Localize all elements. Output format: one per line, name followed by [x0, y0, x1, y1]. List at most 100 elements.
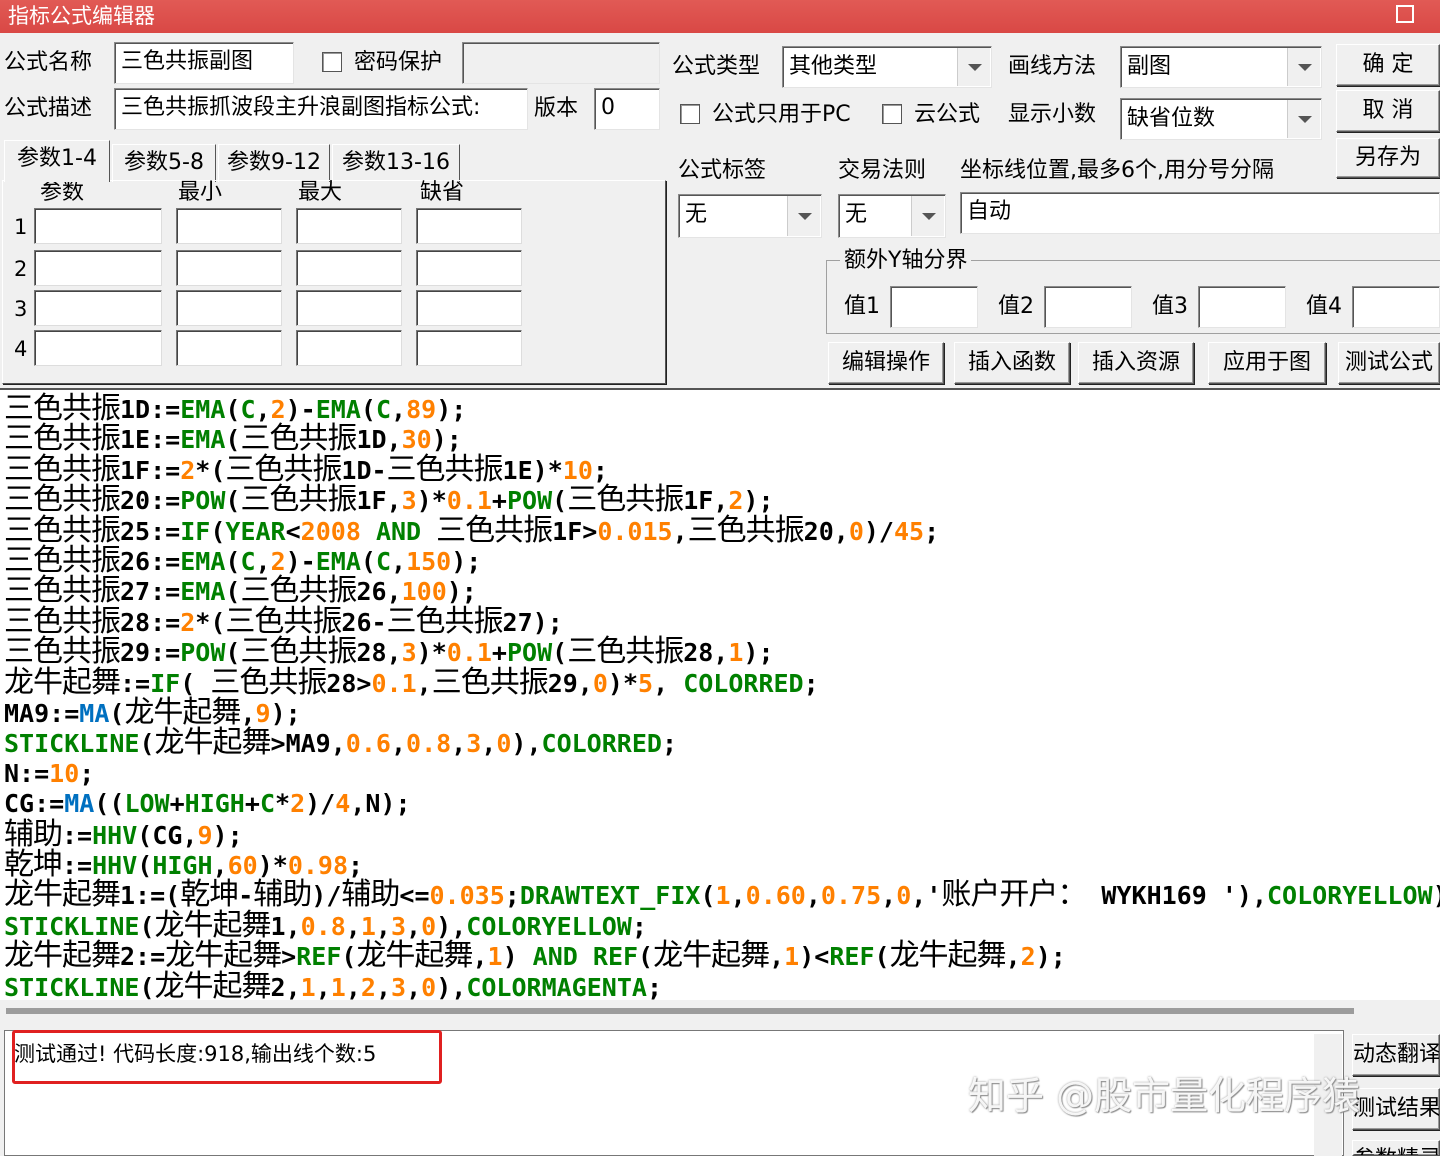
code-token: (: [341, 942, 357, 972]
code-line[interactable]: CG:=MA((LOW+HIGH+C*2)/4,N);: [4, 789, 411, 819]
tab-params-13-16[interactable]: 参数13-16: [332, 144, 460, 182]
code-line[interactable]: 三色共振1E:=EMA(三色共振1D,30);: [4, 424, 462, 455]
code-token: (: [225, 425, 241, 455]
version-input[interactable]: 0: [594, 88, 660, 130]
value3-input[interactable]: [1198, 286, 1286, 328]
code-token: +: [244, 789, 260, 819]
axis-position-input[interactable]: 自动: [960, 192, 1440, 234]
param-default-input[interactable]: [416, 208, 522, 244]
code-token: 1: [487, 942, 503, 972]
insert-function-button[interactable]: 插入函数: [954, 342, 1070, 384]
cloud-checkbox[interactable]: [882, 104, 902, 124]
code-token: DRAWTEXT_FIX: [519, 881, 701, 911]
code-token: COLORYELLOW: [1267, 881, 1433, 911]
param-min-input[interactable]: [176, 250, 282, 286]
chevron-down-icon[interactable]: [911, 196, 944, 236]
param-default-input[interactable]: [416, 330, 522, 366]
code-token: 1F:=: [120, 455, 181, 485]
value4-input[interactable]: [1352, 286, 1440, 328]
code-token: EMA: [180, 547, 226, 576]
code-token: 龙牛起舞: [4, 664, 121, 700]
param-name-input[interactable]: [34, 330, 162, 366]
formula-tag-select[interactable]: 无: [678, 194, 822, 238]
insert-resource-button[interactable]: 插入资源: [1078, 342, 1194, 384]
formula-tag-value: 无: [685, 202, 708, 227]
tab-params-1-4[interactable]: 参数1-4: [4, 140, 110, 182]
code-token: (: [180, 668, 211, 698]
formula-desc-input[interactable]: 三色共振抓波段主升浪副图指标公式:: [114, 88, 528, 130]
code-token: ;: [79, 758, 95, 788]
code-line[interactable]: 三色共振20:=POW(三色共振1F,3)*0.1+POW(三色共振1F,2);: [4, 485, 774, 516]
code-line[interactable]: MA9:=MA(龙牛起舞,9);: [4, 698, 301, 729]
code-line[interactable]: 三色共振26:=EMA(C,2)-EMA(C,150);: [4, 546, 481, 577]
param-default-input[interactable]: [416, 250, 522, 286]
password-input[interactable]: [462, 42, 660, 84]
code-token: ,: [406, 972, 422, 1002]
code-editor[interactable]: 三色共振1D:=EMA(C,2)-EMA(C,89); 三色共振1E:=EMA(三…: [0, 388, 1440, 1022]
pc-only-checkbox[interactable]: [680, 104, 700, 124]
chevron-down-icon[interactable]: [1287, 100, 1320, 138]
chevron-down-icon[interactable]: [1287, 48, 1320, 86]
code-token: 26,: [356, 577, 402, 607]
save-as-button[interactable]: 另存为: [1336, 138, 1440, 178]
code-line[interactable]: 龙牛起舞1:=(乾坤-辅助)/辅助<=0.035;DRAWTEXT_FIX(1,…: [4, 877, 1440, 913]
maximize-icon[interactable]: [1396, 5, 1414, 23]
code-token: 龙牛起舞: [4, 877, 121, 913]
trade-rule-select[interactable]: 无: [838, 194, 946, 238]
code-line[interactable]: 三色共振1D:=EMA(C,2)-EMA(C,89);: [4, 394, 466, 425]
chevron-down-icon[interactable]: [957, 48, 990, 86]
edit-ops-button[interactable]: 编辑操作: [828, 342, 944, 384]
code-line[interactable]: STICKLINE(龙牛起舞>MA9,0.6,0.8,3,0),COLORRED…: [4, 728, 677, 759]
password-checkbox[interactable]: [322, 52, 342, 72]
code-token: POW: [180, 486, 226, 516]
param-name-input[interactable]: [34, 250, 162, 286]
param-default-input[interactable]: [416, 290, 522, 326]
code-line[interactable]: 龙牛起舞2:=龙牛起舞>REF(龙牛起舞,1) AND REF(龙牛起舞,1)<…: [4, 941, 1066, 972]
chevron-down-icon[interactable]: [787, 196, 820, 236]
value1-input[interactable]: [890, 286, 978, 328]
test-formula-button[interactable]: 测试公式: [1338, 342, 1440, 384]
param-min-input[interactable]: [176, 290, 282, 326]
code-line[interactable]: STICKLINE(龙牛起舞1,0.8,1,3,0),COLORYELLOW;: [4, 910, 647, 941]
code-line[interactable]: STICKLINE(龙牛起舞2,1,1,2,3,0),COLORMAGENTA;: [4, 971, 662, 1002]
code-token: 27:=: [120, 577, 181, 607]
code-line[interactable]: 三色共振28:=2*(三色共振26-三色共振27);: [4, 606, 563, 637]
param-name-input[interactable]: [34, 208, 162, 244]
formula-type-select[interactable]: 其他类型: [782, 46, 992, 88]
draw-method-select[interactable]: 副图: [1120, 46, 1322, 88]
code-line[interactable]: 三色共振29:=POW(三色共振28,3)*0.1+POW(三色共振28,1);: [4, 637, 774, 668]
code-line[interactable]: 三色共振25:=IF(YEAR<2008 AND 三色共振1F>0.015,三色…: [4, 515, 940, 546]
param-max-input[interactable]: [296, 330, 402, 366]
code-token: :=: [62, 820, 93, 850]
code-token: ;: [924, 516, 940, 546]
ok-button[interactable]: 确 定: [1336, 44, 1440, 86]
apply-to-chart-button[interactable]: 应用于图: [1208, 342, 1326, 384]
decimals-select[interactable]: 缺省位数: [1120, 98, 1322, 140]
param-wizard-button[interactable]: 参数精灵: [1352, 1140, 1440, 1156]
dynamic-translate-button[interactable]: 动态翻译: [1352, 1034, 1440, 1076]
value2-input[interactable]: [1044, 286, 1132, 328]
scrollbar-thumb[interactable]: [6, 1008, 1354, 1014]
code-line[interactable]: 三色共振1F:=2*(三色共振1D-三色共振1E)*10;: [4, 454, 608, 485]
param-max-input[interactable]: [296, 290, 402, 326]
code-token: 9: [255, 699, 271, 728]
code-line[interactable]: 龙牛起舞:=IF( 三色共振28>0.1,三色共振29,0)*5, COLORR…: [4, 664, 819, 700]
param-min-input[interactable]: [176, 330, 282, 366]
code-line[interactable]: 乾坤:=HHV(HIGH,60)*0.98;: [4, 850, 363, 881]
code-line[interactable]: N:=10;: [4, 759, 94, 789]
code-line[interactable]: 三色共振27:=EMA(三色共振26,100);: [4, 576, 477, 607]
code-token: ,: [345, 911, 361, 941]
param-min-input[interactable]: [176, 208, 282, 244]
formula-tag-label: 公式标签: [678, 158, 767, 183]
tab-params-5-8[interactable]: 参数5-8: [112, 144, 216, 182]
cancel-button[interactable]: 取 消: [1336, 90, 1440, 132]
code-token: (: [638, 942, 654, 972]
code-token: 1F,: [356, 486, 402, 516]
test-result-button[interactable]: 测试结果: [1352, 1088, 1440, 1130]
param-max-input[interactable]: [296, 208, 402, 244]
formula-name-input[interactable]: 三色共振副图: [114, 42, 294, 84]
tab-params-9-12[interactable]: 参数9-12: [218, 144, 330, 182]
param-max-input[interactable]: [296, 250, 402, 286]
code-line[interactable]: 辅助:=HHV(CG,9);: [4, 819, 243, 850]
param-name-input[interactable]: [34, 290, 162, 326]
